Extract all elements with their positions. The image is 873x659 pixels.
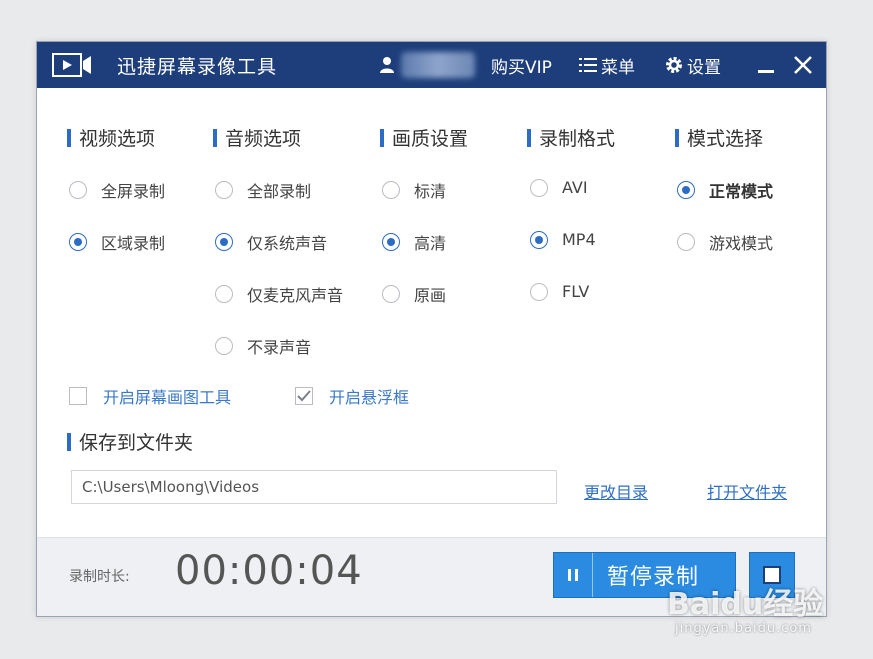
radio-label: FLV [562, 282, 590, 301]
user-icon [379, 56, 395, 74]
radio-format-mp4[interactable]: MP4 [530, 230, 596, 249]
section-title-audio: 音频选项 [213, 124, 301, 151]
radio-quality-original[interactable]: 原画 [382, 282, 446, 306]
radio-format-avi[interactable]: AVI [530, 178, 588, 197]
checkbox-float-box[interactable]: 开启悬浮框 [295, 384, 409, 408]
baidu-watermark: Baidu经验 jingyan.baidu.com [667, 579, 837, 645]
radio-mode-normal[interactable]: 正常模式 [677, 178, 773, 202]
radio-audio-system[interactable]: 仅系统声音 [215, 230, 327, 254]
radio-audio-mic[interactable]: 仅麦克风声音 [215, 282, 343, 306]
radio-audio-all[interactable]: 全部录制 [215, 178, 311, 202]
radio-button[interactable] [530, 178, 548, 197]
section-marker [67, 128, 71, 147]
radio-label: 正常模式 [709, 182, 774, 201]
radio-label: 区域录制 [101, 234, 166, 253]
checkbox[interactable] [69, 387, 87, 405]
duration-label: 录制时长: [69, 569, 130, 585]
pause-icon [554, 553, 593, 597]
radio-label: 仅麦克风声音 [247, 286, 344, 305]
watermark-url: jingyan.baidu.com [675, 621, 812, 636]
section-title-save: 保存到文件夹 [67, 428, 193, 455]
section-title-mode: 模式选择 [675, 124, 763, 151]
checkbox-draw-tool[interactable]: 开启屏幕画图工具 [69, 384, 231, 408]
radio-button[interactable] [530, 230, 548, 249]
radio-button[interactable] [382, 285, 400, 303]
checkbox[interactable] [295, 387, 313, 405]
section-marker [213, 128, 217, 147]
radio-label: 全部录制 [247, 182, 312, 201]
radio-video-region[interactable]: 区域录制 [69, 230, 165, 254]
section-label: 画质设置 [392, 128, 469, 150]
checkmark-icon [297, 390, 311, 402]
minimize-icon [757, 56, 775, 74]
radio-button[interactable] [215, 233, 233, 251]
section-label: 保存到文件夹 [79, 432, 194, 454]
radio-button[interactable] [69, 181, 87, 199]
radio-label: 原画 [414, 286, 447, 305]
radio-label: 仅系统声音 [247, 234, 328, 253]
radio-button[interactable] [69, 233, 87, 251]
section-title-video: 视频选项 [67, 124, 155, 151]
section-marker [380, 128, 384, 147]
radio-label: 高清 [414, 234, 447, 253]
menu-label: 菜单 [601, 57, 635, 78]
change-directory-link[interactable]: 更改目录 [584, 479, 648, 503]
section-label: 视频选项 [79, 128, 156, 150]
section-marker [675, 128, 679, 147]
radio-button[interactable] [215, 337, 233, 355]
section-label: 音频选项 [225, 128, 302, 150]
title-bar: 迅捷屏幕录像工具 购买VIP 菜单 设置 [37, 42, 826, 88]
radio-label: 标清 [414, 182, 447, 201]
watermark-brand: Baidu经验 [667, 587, 824, 622]
user-name-blurred [401, 52, 475, 78]
open-folder-link[interactable]: 打开文件夹 [707, 479, 787, 503]
app-window: 迅捷屏幕录像工具 购买VIP 菜单 设置 视频选项 音频选项 画质设置 录制格式… [36, 41, 827, 617]
radio-button[interactable] [677, 233, 695, 251]
app-logo-icon [51, 42, 97, 88]
section-title-format: 录制格式 [527, 124, 615, 151]
radio-label: 不录声音 [247, 338, 312, 357]
buy-vip-button[interactable]: 购买VIP [491, 42, 552, 88]
section-marker [527, 128, 531, 147]
save-path-field[interactable]: C:\Users\Mloong\Videos [71, 470, 557, 504]
radio-button[interactable] [215, 285, 233, 303]
radio-label: 全屏录制 [101, 182, 166, 201]
section-title-quality: 画质设置 [380, 124, 468, 151]
user-account[interactable] [379, 42, 475, 88]
settings-button[interactable]: 设置 [665, 42, 721, 88]
section-label: 录制格式 [539, 128, 616, 150]
gear-icon [665, 56, 683, 74]
radio-button[interactable] [677, 181, 695, 199]
duration-value: 00:00:04 [175, 548, 363, 594]
radio-label: 游戏模式 [709, 234, 774, 253]
close-icon [793, 55, 813, 75]
radio-format-flv[interactable]: FLV [530, 282, 589, 301]
app-title: 迅捷屏幕录像工具 [117, 55, 278, 78]
section-marker [67, 432, 71, 451]
radio-button[interactable] [530, 282, 548, 301]
close-button[interactable] [793, 42, 813, 88]
checkbox-label: 开启屏幕画图工具 [103, 388, 232, 407]
checkbox-label: 开启悬浮框 [329, 388, 410, 407]
list-icon [579, 57, 597, 73]
radio-button[interactable] [382, 181, 400, 199]
radio-button[interactable] [215, 181, 233, 199]
settings-label: 设置 [687, 57, 721, 78]
radio-audio-none[interactable]: 不录声音 [215, 334, 311, 358]
radio-button[interactable] [382, 233, 400, 251]
radio-quality-hd[interactable]: 高清 [382, 230, 446, 254]
radio-label: MP4 [562, 230, 596, 249]
radio-label: AVI [562, 178, 588, 197]
menu-button[interactable]: 菜单 [579, 42, 635, 88]
radio-mode-game[interactable]: 游戏模式 [677, 230, 773, 254]
radio-quality-sd[interactable]: 标清 [382, 178, 446, 202]
section-label: 模式选择 [687, 128, 764, 150]
minimize-button[interactable] [757, 42, 775, 88]
radio-video-fullscreen[interactable]: 全屏录制 [69, 178, 165, 202]
